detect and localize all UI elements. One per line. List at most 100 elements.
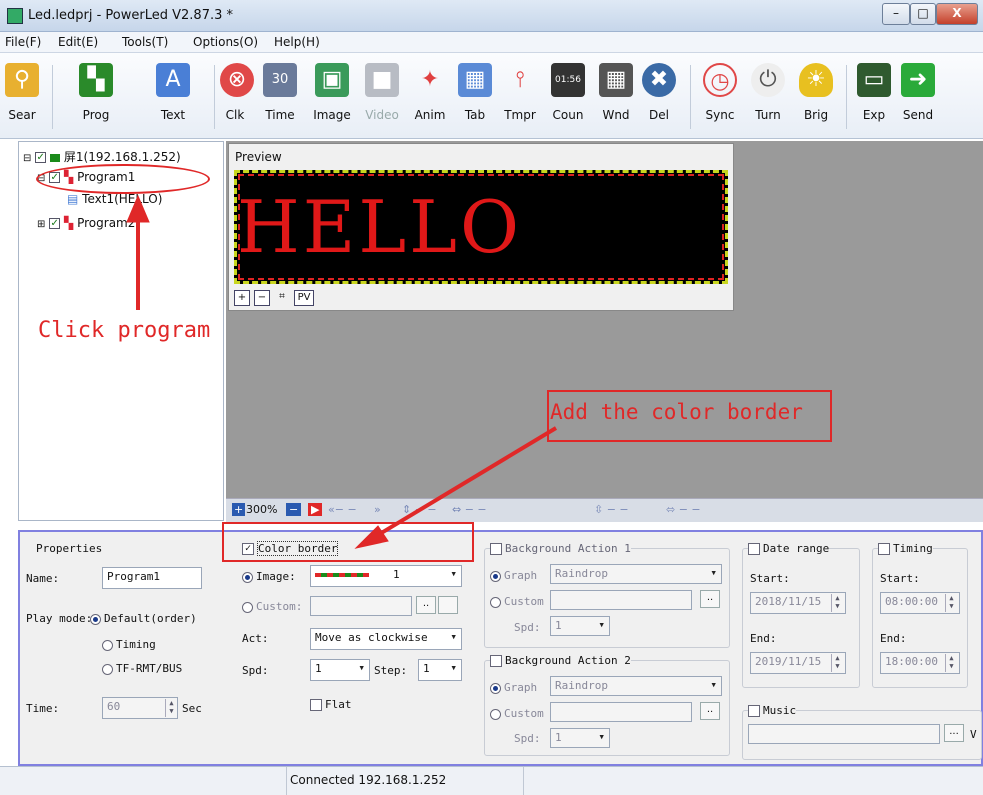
window-title: Led.ledprj - PowerLed V2.87.3 * bbox=[28, 8, 233, 23]
menu-options[interactable]: Options(O) bbox=[193, 35, 258, 49]
counter-button[interactable]: 01:56 Coun bbox=[548, 59, 588, 135]
zoom-minus-icon[interactable]: − bbox=[286, 503, 302, 516]
brightness-button[interactable]: ☀ Brig bbox=[796, 59, 836, 135]
music-checkbox[interactable]: Music bbox=[748, 704, 797, 717]
time-field[interactable]: 60 ▲ ▼ bbox=[102, 697, 178, 719]
video-button[interactable]: ■ Video bbox=[362, 59, 402, 135]
timing-checkbox[interactable]: Timing bbox=[878, 542, 933, 555]
step-label: Step: bbox=[374, 664, 408, 677]
bg2-custom-radio[interactable]: Custom bbox=[490, 707, 544, 720]
menu-edit[interactable]: Edit(E) bbox=[58, 35, 98, 49]
menu-tools[interactable]: Tools(T) bbox=[122, 35, 168, 49]
search-button[interactable]: ⚲ Sear bbox=[2, 59, 42, 135]
clock-button[interactable]: ⊗ Clk bbox=[220, 59, 254, 135]
delete-icon: ✖ bbox=[642, 63, 676, 97]
bg1-graph-radio[interactable]: Graph bbox=[490, 569, 537, 582]
app-icon bbox=[7, 8, 23, 24]
custom-radio[interactable]: Custom: bbox=[242, 600, 302, 613]
zoom-plus-icon[interactable]: + bbox=[232, 503, 246, 516]
timing-start-field[interactable]: 08:00:00 ▲ ▼ bbox=[880, 592, 960, 614]
bg2-browse-button[interactable]: .. bbox=[700, 702, 720, 720]
date-start-label: Start: bbox=[750, 572, 790, 585]
bg2-graph-radio[interactable]: Graph bbox=[490, 681, 537, 694]
step-select[interactable]: 1 bbox=[418, 659, 462, 681]
play-mode-timing-radio[interactable]: Timing bbox=[102, 638, 156, 651]
minimize-button[interactable]: – bbox=[882, 3, 910, 25]
toolbar-separator bbox=[52, 65, 53, 129]
window-button[interactable]: ▦ Wnd bbox=[598, 59, 634, 135]
tree-item-text1[interactable]: ▤ Text1(HELLO) bbox=[67, 192, 162, 206]
spin-icon: ▲ ▼ bbox=[165, 699, 177, 717]
text-button[interactable]: A Text bbox=[150, 59, 196, 135]
collapse-icon[interactable]: ⊟ bbox=[23, 153, 31, 164]
table-button[interactable]: ▦ Tab bbox=[458, 59, 492, 135]
music-browse-button[interactable]: ... bbox=[944, 724, 964, 742]
search-icon: ⚲ bbox=[5, 63, 39, 97]
custom-border-field[interactable] bbox=[310, 596, 412, 616]
browse-button[interactable]: .. bbox=[416, 596, 436, 614]
expand-icon[interactable]: ⊞ bbox=[37, 219, 45, 230]
bg1-custom-radio[interactable]: Custom bbox=[490, 595, 544, 608]
title-bar: Led.ledprj - PowerLed V2.87.3 * – □ X bbox=[0, 0, 983, 32]
background-action-2-checkbox[interactable]: Background Action 2 bbox=[490, 654, 631, 667]
music-field[interactable] bbox=[748, 724, 940, 744]
delete-button[interactable]: ✖ Del bbox=[642, 59, 676, 135]
image-radio[interactable]: Image: bbox=[242, 570, 296, 583]
sync-button[interactable]: ◷ Sync bbox=[700, 59, 740, 135]
time-button[interactable]: 30 Time bbox=[262, 59, 298, 135]
program-button[interactable]: ▚ Prog bbox=[72, 59, 120, 135]
first-page-icon[interactable]: «− − bbox=[328, 503, 357, 516]
act-select[interactable]: Move as clockwise bbox=[310, 628, 462, 650]
tree-item-program2[interactable]: ⊞ ✓ ▚ Program2 bbox=[37, 216, 135, 230]
align-horizontal-icon[interactable]: ⇔ − − bbox=[452, 503, 487, 516]
zoom-out-button[interactable]: − bbox=[254, 290, 270, 306]
toolbar: ⚲ Sear ▚ Prog A Text ⊗ Clk 30 Time ▣ Image ■ Vi… bbox=[0, 53, 983, 139]
play-mode-default-radio[interactable]: Default(order) bbox=[90, 612, 197, 625]
stretch-vertical-icon[interactable]: ⇳ − − bbox=[594, 503, 629, 516]
play-mode-label: Play mode: bbox=[26, 612, 93, 625]
click-program-annotation: Click program bbox=[38, 318, 211, 343]
stretch-horizontal-icon[interactable]: ⬄ − − bbox=[666, 503, 701, 516]
bg1-spd-select[interactable]: 1 bbox=[550, 616, 610, 636]
background-action-1-checkbox[interactable]: Background Action 1 bbox=[490, 542, 631, 555]
last-page-icon[interactable]: » bbox=[374, 503, 381, 516]
zoom-in-button[interactable]: + bbox=[234, 290, 250, 306]
bg2-custom-field[interactable] bbox=[550, 702, 692, 722]
screen-icon bbox=[50, 153, 61, 162]
close-button[interactable]: X bbox=[936, 3, 978, 25]
border-image-select[interactable]: 1 bbox=[310, 565, 462, 587]
clear-button[interactable] bbox=[438, 596, 458, 614]
play-mode-tf-radio[interactable]: TF-RMT/BUS bbox=[102, 662, 182, 675]
name-field[interactable]: Program1 bbox=[102, 567, 202, 589]
pv-button[interactable]: PV bbox=[294, 290, 314, 306]
menu-help[interactable]: Help(H) bbox=[274, 35, 320, 49]
image-button[interactable]: ▣ Image bbox=[308, 59, 356, 135]
date-end-field[interactable]: 2019/11/15 ▲ ▼ bbox=[750, 652, 846, 674]
timing-end-field[interactable]: 18:00:00 ▲ ▼ bbox=[880, 652, 960, 674]
zoom-level: 300% bbox=[246, 503, 278, 516]
date-start-field[interactable]: 2018/11/15 ▲ ▼ bbox=[750, 592, 846, 614]
play-icon[interactable]: ▶ bbox=[308, 503, 323, 516]
program2-checkbox[interactable]: ✓ bbox=[49, 218, 61, 229]
menu-bar: File(F) Edit(E) Tools(T) Options(O) Help… bbox=[0, 32, 983, 53]
temperature-button[interactable]: ⫯ Tmpr bbox=[500, 59, 540, 135]
time-label: Time: bbox=[26, 702, 60, 715]
bg2-spd-select[interactable]: 1 bbox=[550, 728, 610, 748]
bg2-graph-select[interactable]: Raindrop bbox=[550, 676, 722, 696]
export-button[interactable]: ▭ Exp bbox=[856, 59, 892, 135]
turn-button[interactable]: ⏻ Turn bbox=[748, 59, 788, 135]
bg1-custom-field[interactable] bbox=[550, 590, 692, 610]
tree-item-screen[interactable]: ⊟ ✓ 屏1(192.168.1.252) bbox=[23, 148, 181, 165]
fit-icon[interactable]: ⌗ bbox=[274, 290, 290, 306]
align-vertical-icon[interactable]: ⇕ − − bbox=[402, 503, 437, 516]
spd-select[interactable]: 1 bbox=[310, 659, 370, 681]
bg1-graph-select[interactable]: Raindrop bbox=[550, 564, 722, 584]
send-button[interactable]: ➜ Send bbox=[898, 59, 938, 135]
animation-button[interactable]: ✦ Anim bbox=[410, 59, 450, 135]
maximize-button[interactable]: □ bbox=[910, 3, 936, 25]
date-range-checkbox[interactable]: Date range bbox=[748, 542, 830, 555]
menu-file[interactable]: File(F) bbox=[5, 35, 41, 49]
bg1-browse-button[interactable]: .. bbox=[700, 590, 720, 608]
flat-checkbox[interactable]: Flat bbox=[310, 698, 352, 711]
screen-checkbox[interactable]: ✓ bbox=[35, 152, 47, 163]
